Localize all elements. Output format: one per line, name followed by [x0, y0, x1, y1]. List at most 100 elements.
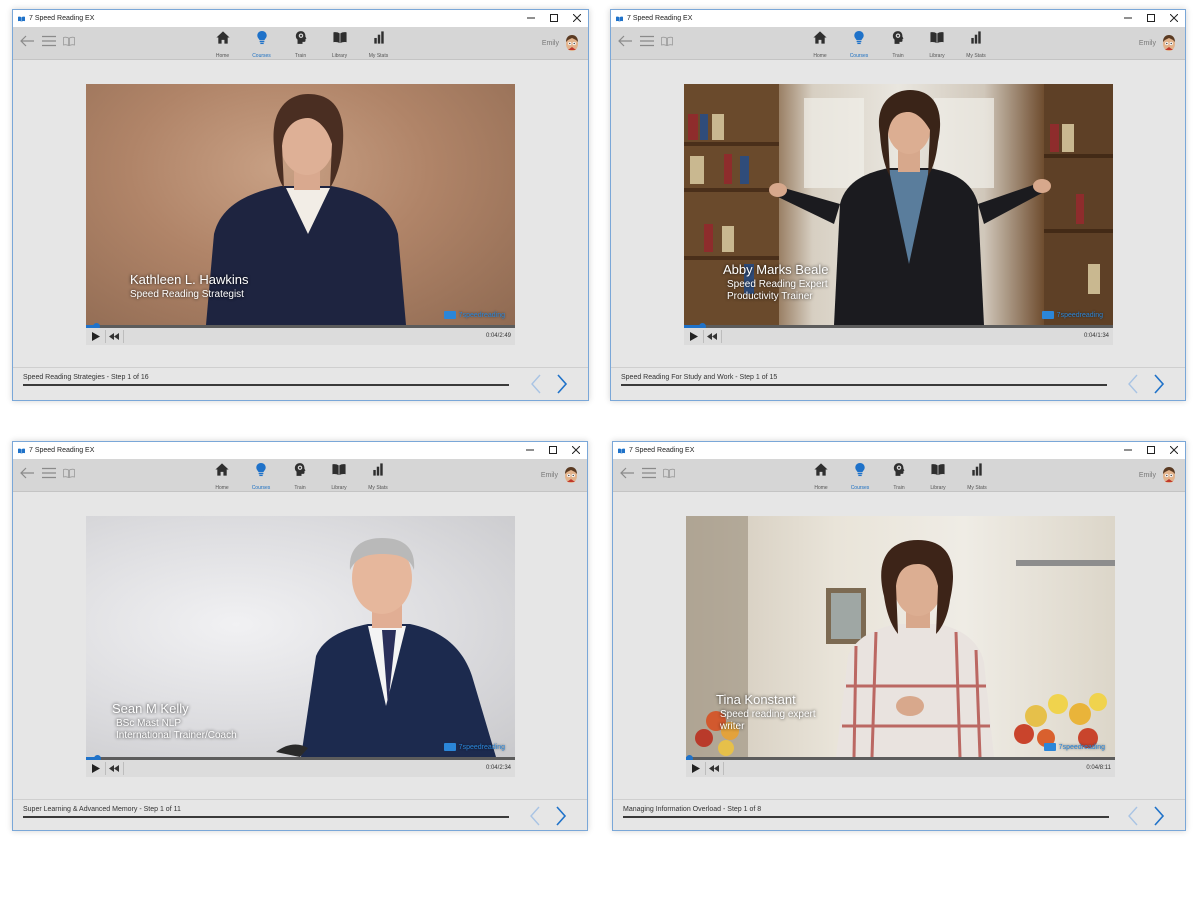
menu-button[interactable]	[642, 467, 656, 479]
close-button[interactable]	[564, 442, 587, 459]
brand-text: 7speedreading	[1058, 743, 1105, 751]
window-title: 7 Speed Reading EX	[629, 447, 695, 454]
minimize-button[interactable]	[518, 442, 541, 459]
hamburger-menu-icon	[642, 467, 656, 479]
time-display: 0:04/1:34	[1083, 333, 1109, 339]
brand-book-icon	[443, 743, 456, 751]
brain-head-icon	[293, 30, 308, 50]
rewind-button[interactable]	[708, 763, 720, 774]
back-arrow-icon	[20, 467, 34, 479]
video-player[interactable]: Tina Konstant Speed reading expert writer 7…	[686, 516, 1115, 757]
user-menu[interactable]: Emily	[1139, 34, 1177, 52]
nav-item-my-stats[interactable]: My Stats	[366, 462, 391, 491]
back-button[interactable]	[620, 467, 635, 479]
app-window-2: 7 Speed Reading EX Home Courses Train Librar…	[610, 9, 1186, 401]
nav-item-home[interactable]: Home	[210, 462, 235, 491]
time-display: 0:04/8:11	[1086, 765, 1111, 771]
user-menu[interactable]: Emily	[541, 466, 579, 484]
close-button[interactable]	[565, 10, 588, 27]
maximize-icon	[548, 445, 557, 456]
play-button[interactable]	[690, 763, 702, 774]
play-button[interactable]	[90, 331, 102, 342]
nav-item-courses[interactable]: Courses	[249, 462, 274, 491]
nav-item-my-stats[interactable]: My Stats	[964, 30, 989, 59]
rewind-button[interactable]	[108, 763, 120, 774]
rewind-button[interactable]	[108, 331, 120, 342]
previous-step-button[interactable]	[529, 806, 541, 826]
maximize-button[interactable]	[1139, 10, 1162, 27]
menu-button[interactable]	[42, 467, 56, 479]
menu-button[interactable]	[42, 35, 56, 47]
play-button[interactable]	[688, 331, 700, 342]
user-name: Emily	[540, 471, 558, 479]
nav-item-my-stats[interactable]: My Stats	[965, 462, 990, 491]
previous-step-button[interactable]	[1127, 806, 1139, 826]
reader-button[interactable]	[661, 36, 673, 46]
next-step-button[interactable]	[1153, 806, 1165, 826]
reader-button[interactable]	[663, 468, 675, 478]
nav-item-train[interactable]: Train	[288, 30, 313, 59]
menu-button[interactable]	[640, 35, 654, 47]
minimize-button[interactable]	[1116, 10, 1139, 27]
previous-step-button[interactable]	[1127, 374, 1139, 394]
next-step-button[interactable]	[556, 374, 568, 394]
reader-button[interactable]	[63, 468, 75, 478]
avatar[interactable]	[1161, 34, 1177, 52]
next-step-button[interactable]	[1153, 374, 1165, 394]
minimize-button[interactable]	[519, 10, 542, 27]
nav-item-library[interactable]: Library	[327, 462, 352, 491]
play-button[interactable]	[90, 763, 102, 774]
presenter-title: Productivity Trainer	[727, 291, 813, 302]
nav-item-train[interactable]: Train	[887, 462, 912, 491]
video-player[interactable]: Abby Marks Beale Speed Reading Expert Prod…	[684, 84, 1113, 325]
video-player[interactable]: Sean M Kelly BSc Mast NLP International Tr…	[86, 516, 515, 757]
nav-item-courses[interactable]: Courses	[848, 462, 873, 491]
window-controls	[1116, 442, 1185, 459]
minimize-icon	[1123, 14, 1132, 24]
nav-label: My Stats	[368, 53, 389, 59]
previous-step-button[interactable]	[530, 374, 542, 394]
back-button[interactable]	[618, 35, 633, 47]
nav-item-train[interactable]: Train	[886, 30, 911, 59]
brand-book-icon	[443, 311, 456, 319]
maximize-button[interactable]	[542, 10, 565, 27]
nav-item-courses[interactable]: Courses	[847, 30, 872, 59]
course-progress-bar	[23, 384, 509, 386]
close-button[interactable]	[1162, 442, 1185, 459]
rewind-button[interactable]	[706, 331, 718, 342]
avatar[interactable]	[564, 34, 580, 52]
nav-item-home[interactable]: Home	[210, 30, 235, 59]
nav-item-home[interactable]: Home	[808, 30, 833, 59]
back-button[interactable]	[20, 467, 35, 479]
course-progress-bar	[621, 384, 1107, 386]
avatar[interactable]	[1161, 466, 1177, 484]
toolbar-left	[620, 467, 675, 479]
avatar[interactable]	[563, 466, 579, 484]
nav-item-home[interactable]: Home	[809, 462, 834, 491]
nav-item-library[interactable]: Library	[926, 462, 951, 491]
app-toolbar: Home Courses Train Library My Stats Emily	[611, 27, 1185, 60]
window-controls	[518, 442, 587, 459]
chevron-right-icon	[1154, 374, 1165, 394]
toolbar-left	[20, 467, 75, 479]
video-player[interactable]: Kathleen L. Hawkins Speed Reading Strateg…	[86, 84, 515, 325]
nav-item-library[interactable]: Library	[327, 30, 352, 59]
back-button[interactable]	[20, 35, 35, 47]
reader-button[interactable]	[63, 36, 75, 46]
nav-item-courses[interactable]: Courses	[249, 30, 274, 59]
user-menu[interactable]: Emily	[542, 34, 580, 52]
chevron-left-icon	[531, 374, 541, 394]
user-menu[interactable]: Emily	[1139, 466, 1177, 484]
maximize-button[interactable]	[1139, 442, 1162, 459]
app-toolbar: Home Courses Train Library My Stats Emily	[613, 459, 1185, 492]
nav-item-train[interactable]: Train	[288, 462, 313, 491]
app-toolbar: Home Courses Train Library My Stats Emily	[13, 27, 588, 60]
next-step-button[interactable]	[555, 806, 567, 826]
user-name: Emily	[541, 39, 559, 47]
close-button[interactable]	[1162, 10, 1185, 27]
minimize-button[interactable]	[1116, 442, 1139, 459]
nav-item-my-stats[interactable]: My Stats	[366, 30, 391, 59]
nav-item-library[interactable]: Library	[925, 30, 950, 59]
video-controls: 0:04/2:34	[86, 760, 515, 777]
maximize-button[interactable]	[541, 442, 564, 459]
